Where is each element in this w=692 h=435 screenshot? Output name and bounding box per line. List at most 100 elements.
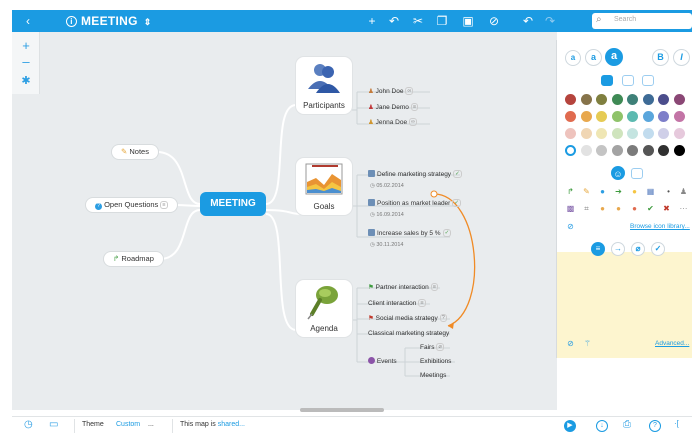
color-swatch[interactable] [642, 128, 654, 139]
color-swatch[interactable] [596, 145, 607, 156]
color-swatch[interactable] [565, 111, 576, 122]
no-icon[interactable]: ⊘ [566, 339, 575, 348]
paste-icon[interactable]: ▣ [460, 10, 476, 32]
color-swatch[interactable] [596, 111, 607, 122]
check-circle-icon[interactable]: ✔ [646, 204, 655, 213]
participant-item[interactable]: ♟ John Doe ∞ [368, 86, 414, 97]
font-large-button[interactable]: a [605, 48, 623, 66]
cut-icon[interactable]: ✂ [410, 10, 426, 32]
color-swatch[interactable] [673, 111, 685, 122]
advanced-link[interactable]: Advanced... [655, 340, 689, 347]
agenda-item[interactable]: Classical marketing strategy [368, 328, 449, 339]
participant-item[interactable]: ♟ Jenna Doe ∞ [368, 117, 418, 128]
color-swatch[interactable] [627, 111, 638, 122]
color-swatch[interactable] [627, 94, 638, 105]
agenda-item[interactable]: ⚑ Partner interaction ≡ [368, 282, 438, 293]
download-icon[interactable]: ↓ [596, 420, 608, 432]
settings-icon[interactable]: ✱ [12, 74, 40, 87]
updown-icon[interactable]: ⇕ [144, 17, 152, 27]
print-icon[interactable]: ⎙ [623, 419, 631, 430]
central-topic[interactable]: MEETING [200, 192, 266, 216]
search-field[interactable]: ⌕ Search [592, 13, 692, 29]
topic-agenda[interactable]: Agenda [296, 280, 352, 337]
tab-links[interactable]: → [611, 242, 625, 256]
add-icon[interactable]: + [364, 10, 380, 32]
color-swatch[interactable] [642, 111, 654, 122]
color-swatch[interactable] [658, 94, 669, 105]
tab-border-color[interactable] [642, 75, 654, 86]
font-small-button[interactable]: a [565, 50, 581, 66]
color-swatch[interactable] [580, 145, 592, 156]
arrow-icon[interactable]: ↱ [566, 187, 575, 196]
color-swatch[interactable] [565, 94, 576, 105]
tab-text-color[interactable] [601, 75, 613, 86]
event-item[interactable]: Exhibitions [420, 356, 451, 367]
topic-roadmap[interactable]: ↱ Roadmap [104, 252, 163, 266]
color-swatch[interactable] [565, 128, 576, 139]
zoom-out-icon[interactable]: – [12, 54, 40, 69]
color-swatch[interactable] [611, 145, 623, 156]
topic-goals[interactable]: Goals [296, 158, 352, 215]
horizontal-scrollbar[interactable] [300, 408, 384, 412]
color-swatch[interactable] [580, 94, 592, 105]
theme-more-button[interactable]: ... [148, 421, 154, 428]
team-icon[interactable]: ▩ [566, 204, 575, 213]
color-swatch[interactable] [658, 128, 669, 139]
tab-notes[interactable]: ≡ [591, 242, 605, 256]
more-icon[interactable]: ⋯ [679, 204, 688, 213]
font-medium-button[interactable]: a [585, 49, 602, 66]
copy-icon[interactable]: ❐ [434, 10, 450, 32]
event-item[interactable]: Meetings [420, 370, 446, 381]
tab-fill-color[interactable] [622, 75, 634, 86]
participant-item[interactable]: ♟ Jane Demo ≡ [368, 102, 419, 113]
color-swatch[interactable] [611, 94, 623, 105]
color-swatch[interactable] [673, 94, 685, 105]
redo-icon[interactable]: ↷ [542, 10, 558, 32]
color-swatch[interactable] [596, 128, 607, 139]
connect-icon[interactable]: ↶ [386, 10, 402, 32]
person-icon[interactable]: ♟ [679, 187, 688, 196]
color-swatch[interactable] [627, 145, 638, 156]
undo-icon[interactable]: ↶ [520, 10, 536, 32]
theme-select[interactable]: Custom [116, 421, 140, 428]
fullscreen-icon[interactable]: ·[ [674, 419, 679, 428]
color-swatch[interactable] [565, 145, 576, 156]
color-swatch[interactable] [658, 145, 669, 156]
color-swatch[interactable] [580, 128, 592, 139]
color-swatch[interactable] [611, 111, 623, 122]
agenda-item[interactable]: ⚑ Social media strategy? [368, 313, 447, 324]
play-icon[interactable]: ▶ [564, 420, 576, 432]
bulb-icon[interactable]: ● [630, 187, 639, 196]
goal-item[interactable]: Increase sales by 5 % ✓ [368, 228, 452, 239]
color-swatch[interactable] [611, 128, 623, 139]
shared-link[interactable]: shared... [218, 421, 245, 428]
topic-participants[interactable]: Participants [296, 57, 352, 114]
cross-circle-icon[interactable]: ✖ [662, 204, 671, 213]
pin-icon[interactable]: • [664, 187, 673, 196]
tab-images[interactable] [631, 168, 643, 179]
arrow-right-icon[interactable]: ➔ [614, 187, 623, 196]
info-icon[interactable]: i [66, 16, 77, 27]
goal-item[interactable]: Define marketing strategy ✓ [368, 169, 462, 180]
no-icon[interactable]: ⊘ [566, 222, 575, 231]
chevron-left-icon[interactable]: ‹ [20, 10, 36, 32]
tab-tasks[interactable]: ✓ [651, 242, 665, 256]
bold-button[interactable]: B [652, 49, 669, 66]
browse-icon-library-link[interactable]: Browse icon library... [630, 223, 690, 230]
color-swatch[interactable] [658, 111, 669, 122]
smiley-sad-icon[interactable]: ● [630, 204, 639, 213]
tab-attachments[interactable]: ⌀ [631, 242, 645, 256]
event-item[interactable]: Fairs ⌀ [420, 342, 444, 353]
color-swatch[interactable] [580, 111, 592, 122]
help-icon[interactable]: ? [649, 420, 661, 432]
color-swatch[interactable] [642, 145, 654, 156]
color-swatch[interactable] [642, 94, 654, 105]
color-swatch[interactable] [673, 128, 685, 139]
smiley-happy-icon[interactable]: ● [598, 204, 607, 213]
color-swatch[interactable] [673, 145, 685, 156]
tab-icons[interactable]: ☺ [611, 166, 625, 180]
history-icon[interactable]: ◷ [24, 419, 33, 430]
question-icon[interactable]: ● [598, 187, 607, 196]
smiley-neutral-icon[interactable]: ● [614, 204, 623, 213]
italic-button[interactable]: I [673, 49, 690, 66]
